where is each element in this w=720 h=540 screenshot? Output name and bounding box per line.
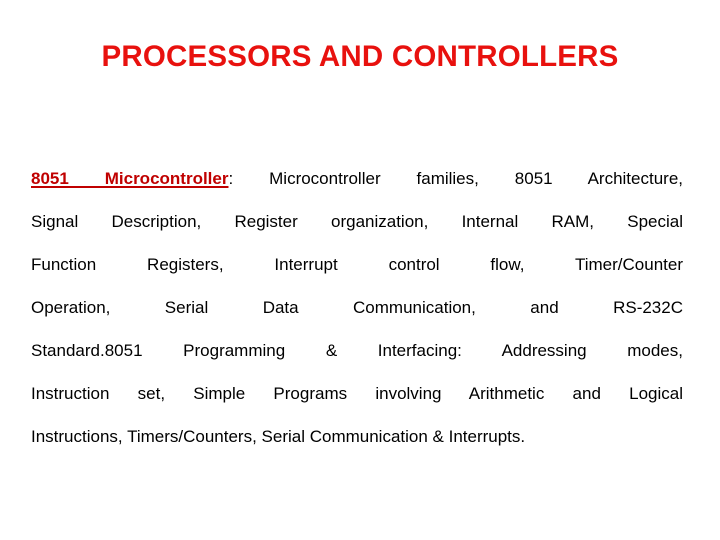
body-term-8051-microcontroller: 8051 Microcontroller <box>31 169 229 188</box>
body-line-7: Instructions, Timers/Counters, Serial Co… <box>31 427 526 446</box>
body-line-6: Instruction set, Simple Programs involvi… <box>31 384 683 403</box>
body-line-3: Function Registers, Interrupt control fl… <box>31 255 683 274</box>
body-line-5: Standard.8051 Programming & Interfacing:… <box>31 341 683 360</box>
body-line-2: Signal Description, Register organizatio… <box>31 212 683 231</box>
slide-body-text: 8051 Microcontroller: Microcontroller fa… <box>31 157 683 458</box>
presentation-slide: PROCESSORS AND CONTROLLERS 8051 Microcon… <box>0 0 720 540</box>
body-line-4: Operation, Serial Data Communication, an… <box>31 298 683 317</box>
body-line-1-text: Microcontroller families, 8051 Architect… <box>233 169 683 188</box>
slide-title: PROCESSORS AND CONTROLLERS <box>101 40 619 73</box>
body-line-1: 8051 Microcontroller: Microcontroller fa… <box>31 157 683 200</box>
